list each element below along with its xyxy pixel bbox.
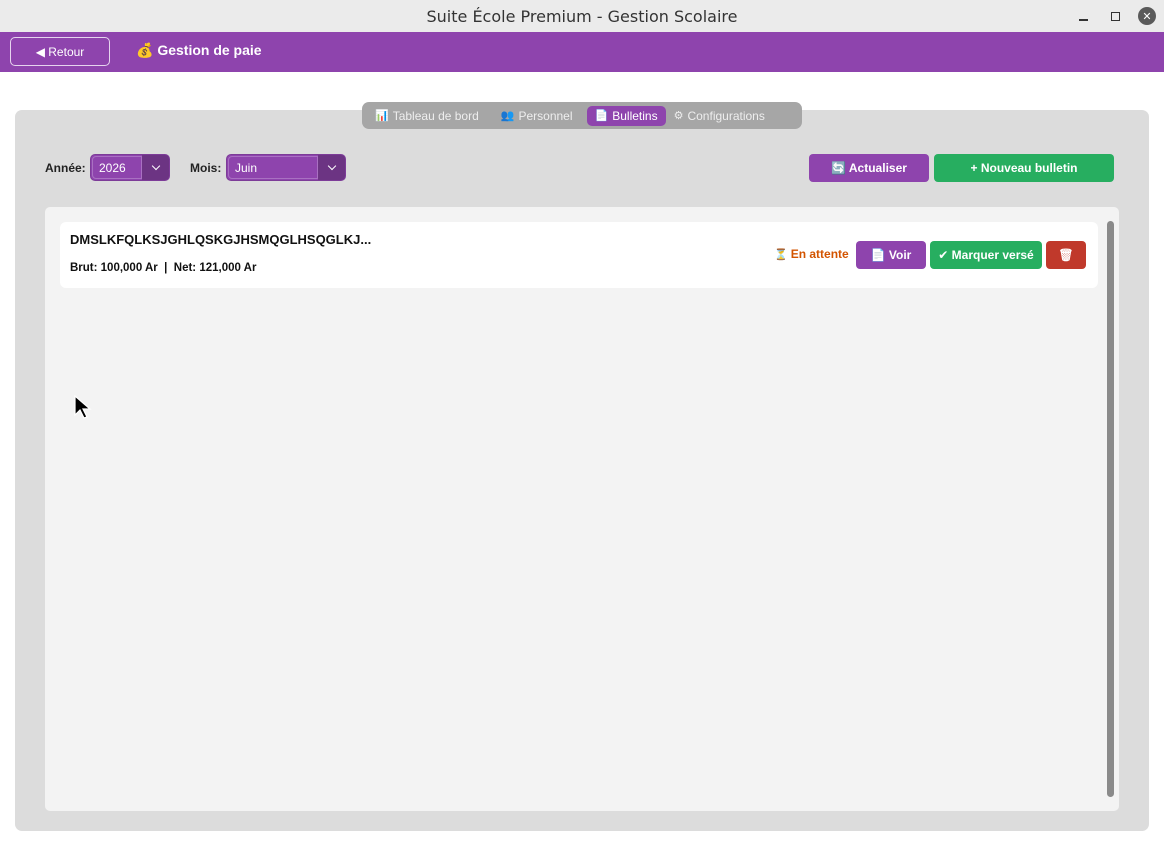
scrollbar[interactable]	[1107, 221, 1114, 797]
chevron-down-icon[interactable]	[142, 155, 169, 180]
payslip-card: DMSLKFQLKSJGHLQSKGJHSMQGLHSQGLKJ... Brut…	[60, 222, 1098, 288]
refresh-button[interactable]: 🔄 Actualiser	[809, 154, 929, 182]
tab-label: Tableau de bord	[392, 108, 479, 123]
view-button[interactable]: 📄 Voir	[856, 241, 926, 269]
tab-label: Personnel	[518, 108, 573, 123]
new-bulletin-button[interactable]: + Nouveau bulletin	[934, 154, 1114, 182]
document-icon: 📄	[594, 110, 609, 122]
month-label: Mois:	[190, 161, 222, 175]
employee-name: DMSLKFQLKSJGHLQSKGJHSMQGLHSQGLKJ...	[70, 232, 372, 247]
trash-icon: 🗑	[1058, 248, 1074, 262]
window-title: Suite École Premium - Gestion Scolaire	[426, 6, 738, 26]
tab-label: Bulletins	[612, 108, 658, 123]
tab-label: Configurations	[687, 108, 765, 123]
payslip-list	[45, 207, 1119, 811]
window-titlebar: Suite École Premium - Gestion Scolaire ✕	[0, 0, 1164, 32]
mark-paid-button[interactable]: ✔ Marquer versé	[930, 241, 1042, 269]
year-label: Année:	[45, 161, 86, 175]
window-controls: ✕	[1074, 0, 1156, 32]
status-badge: ⏳ En attente	[774, 247, 849, 261]
tab-dashboard[interactable]: 📊 Tableau de bord	[367, 106, 487, 126]
people-icon: 👥	[500, 110, 515, 122]
close-icon[interactable]: ✕	[1138, 7, 1156, 25]
delete-button[interactable]: 🗑	[1046, 241, 1086, 269]
back-button[interactable]: ◀ Retour	[10, 37, 110, 66]
chevron-down-icon[interactable]	[318, 155, 345, 180]
mouse-cursor-icon	[74, 395, 92, 419]
gear-icon: ⚙	[673, 110, 684, 122]
month-value: Juin	[228, 156, 318, 179]
chart-icon: 📊	[375, 110, 389, 122]
tab-bulletins[interactable]: 📄 Bulletins	[586, 105, 666, 126]
page-title: 💰 Gestion de paie	[136, 42, 262, 58]
payslip-amounts: Brut: 100,000 Ar | Net: 121,000 Ar	[70, 262, 257, 274]
year-value: 2026	[92, 156, 142, 179]
hourglass-icon: ⏳	[774, 248, 788, 261]
month-select[interactable]: Juin	[226, 154, 346, 181]
year-select[interactable]: 2026	[90, 154, 170, 181]
minimize-icon[interactable]	[1074, 7, 1092, 25]
status-text: En attente	[790, 247, 849, 261]
tab-bar: 📊 Tableau de bord 👥 Personnel 📄 Bulletin…	[362, 102, 802, 129]
tab-personnel[interactable]: 👥 Personnel	[493, 106, 581, 126]
tab-configurations[interactable]: ⚙ Configurations	[666, 106, 773, 126]
app-header: ◀ Retour 💰 Gestion de paie	[0, 32, 1164, 72]
maximize-icon[interactable]	[1106, 7, 1124, 25]
